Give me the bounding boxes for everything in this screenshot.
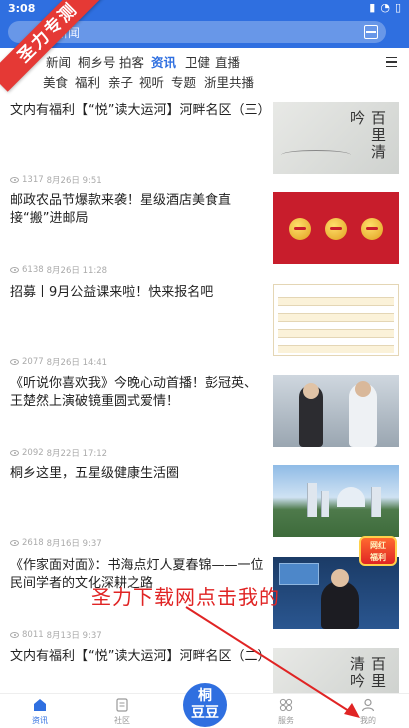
center-logo-button[interactable]: 桐 豆豆 (183, 683, 227, 727)
news-views: 6138 (22, 265, 44, 275)
nav-label: 资讯 (32, 716, 48, 725)
news-item[interactable]: 招募丨9月公益课来啦！快来报名吧 2077 8月26日 14:41 (0, 284, 409, 376)
tab-live[interactable]: 直播 (215, 52, 240, 71)
tab-welfare[interactable]: 福利 (75, 72, 100, 91)
tab-food[interactable]: 美食 (43, 72, 68, 91)
news-item[interactable]: 桐乡这里，五星级健康生活圈 2618 8月16日 9:37 (0, 465, 409, 557)
news-title: 文内有福利【“悦”读大运河】河畔名区（二） (10, 649, 271, 664)
actor-figure (299, 383, 323, 447)
nav-label: 社区 (114, 716, 130, 725)
news-meta: 2618 8月16日 9:37 (10, 537, 102, 549)
eye-icon (10, 540, 19, 546)
news-meta: 8011 8月13日 9:37 (10, 629, 102, 641)
news-views: 8011 (22, 630, 44, 640)
news-date: 8月26日 9:51 (46, 176, 102, 186)
bridge-drawing (281, 150, 351, 160)
news-date: 8月26日 14:41 (46, 358, 108, 368)
nav-label: 我的 (360, 716, 376, 725)
news-meta: 2077 8月26日 14:41 (10, 356, 107, 368)
nav-services[interactable]: 服务 (266, 698, 306, 726)
building (371, 487, 381, 517)
actor-figure (349, 381, 377, 447)
eye-icon (10, 632, 19, 638)
tab-news[interactable]: 新闻 (46, 52, 71, 71)
table-row (278, 313, 394, 321)
building (337, 487, 365, 507)
news-views: 2092 (22, 448, 44, 458)
building (321, 491, 329, 517)
table-row (278, 297, 394, 305)
news-date: 8月16日 9:37 (46, 539, 102, 549)
tab-tongxiang-hao[interactable]: 桐乡号 (78, 52, 116, 71)
news-item[interactable]: 邮政农品节爆款来袭！星级酒店美食直接“搬”进邮局 6138 8月26日 11:2… (0, 192, 409, 284)
tab-health[interactable]: 卫健 (185, 52, 210, 71)
community-icon (116, 698, 128, 712)
status-time: 3:08 (8, 2, 36, 15)
bun-image (361, 218, 383, 240)
battery-icon: ▯ (394, 1, 401, 14)
news-thumbnail (273, 557, 399, 629)
news-views: 2077 (22, 357, 44, 367)
news-thumbnail: 百里清吟 (273, 648, 399, 693)
signal-icon: ▮ (369, 1, 376, 14)
building (307, 483, 317, 517)
bun-image (325, 218, 347, 240)
scan-icon[interactable] (364, 25, 378, 39)
eye-icon (10, 450, 19, 456)
thumb-caption: 百里清吟 (348, 110, 387, 161)
float-promo-badge[interactable]: 网红 福利 (359, 536, 397, 566)
news-thumbnail (273, 284, 399, 356)
services-icon (279, 698, 293, 712)
nav-label: 服务 (278, 716, 294, 725)
table-row (278, 305, 394, 313)
news-date: 8月13日 9:37 (46, 631, 102, 641)
channel-tabs-secondary: 美食 福利 亲子 视听 专题 浙里共播 (0, 72, 380, 92)
eye-icon (10, 267, 19, 273)
tab-parenting[interactable]: 亲子 (108, 72, 133, 91)
news-date: 8月22日 17:12 (46, 449, 108, 459)
news-title: 招募丨9月公益课来啦！快来报名吧 (10, 285, 214, 300)
tab-audiovisual[interactable]: 视听 (139, 72, 164, 91)
menu-icon[interactable] (386, 57, 397, 67)
news-item[interactable]: 文内有福利【“悦”读大运河】河畔名区（三） 1317 8月26日 9:51 百里… (0, 102, 409, 194)
news-item[interactable]: 《听说你喜欢我》今晚心动首播！彭冠英、王楚然上演破镜重圆式爱情！ 2092 8月… (0, 375, 409, 467)
news-thumbnail (273, 192, 399, 264)
eye-icon (10, 177, 19, 183)
user-icon (361, 698, 375, 712)
tab-info[interactable]: 资讯 (151, 52, 176, 71)
news-meta: 1317 8月26日 9:51 (10, 174, 102, 186)
news-views: 2618 (22, 538, 44, 548)
news-date: 8月26日 11:28 (46, 266, 108, 276)
news-title: 《听说你喜欢我》今晚心动首播！彭冠英、王楚然上演破镜重圆式爱情！ (10, 376, 258, 409)
nav-profile[interactable]: 我的 (348, 698, 388, 726)
tab-special[interactable]: 专题 (171, 72, 196, 91)
news-meta: 2092 8月22日 17:12 (10, 447, 107, 459)
table-row (278, 321, 394, 329)
nav-home[interactable]: 资讯 (20, 698, 60, 726)
news-title: 文内有福利【“悦”读大运河】河畔名区（三） (10, 103, 271, 118)
eye-icon (10, 359, 19, 365)
news-thumbnail (273, 465, 399, 537)
news-title: 邮政农品节爆款来袭！星级酒店美食直接“搬”进邮局 (10, 193, 232, 226)
channel-tabs-primary: 新闻 桐乡号 拍客 资讯 卫健 直播 (0, 52, 380, 72)
home-icon (34, 699, 46, 711)
bun-image (289, 218, 311, 240)
wifi-icon: ◔ (380, 1, 390, 14)
news-thumbnail (273, 375, 399, 447)
news-meta: 6138 8月26日 11:28 (10, 264, 107, 276)
nav-community[interactable]: 社区 (102, 698, 142, 726)
tab-zheli-broadcast[interactable]: 浙里共播 (204, 72, 254, 91)
table-row (278, 329, 394, 337)
overlay-text: 圣力下载网点击我的 (91, 585, 280, 609)
studio-screen (279, 563, 319, 585)
table-row (278, 337, 394, 345)
table-row (278, 345, 394, 353)
thumb-caption: 百里清吟 (348, 656, 387, 690)
news-thumbnail: 百里清吟 (273, 102, 399, 174)
news-title: 桐乡这里，五星级健康生活圈 (10, 466, 180, 481)
tab-paike[interactable]: 拍客 (119, 52, 144, 71)
author-figure (321, 569, 359, 629)
news-views: 1317 (22, 175, 44, 185)
